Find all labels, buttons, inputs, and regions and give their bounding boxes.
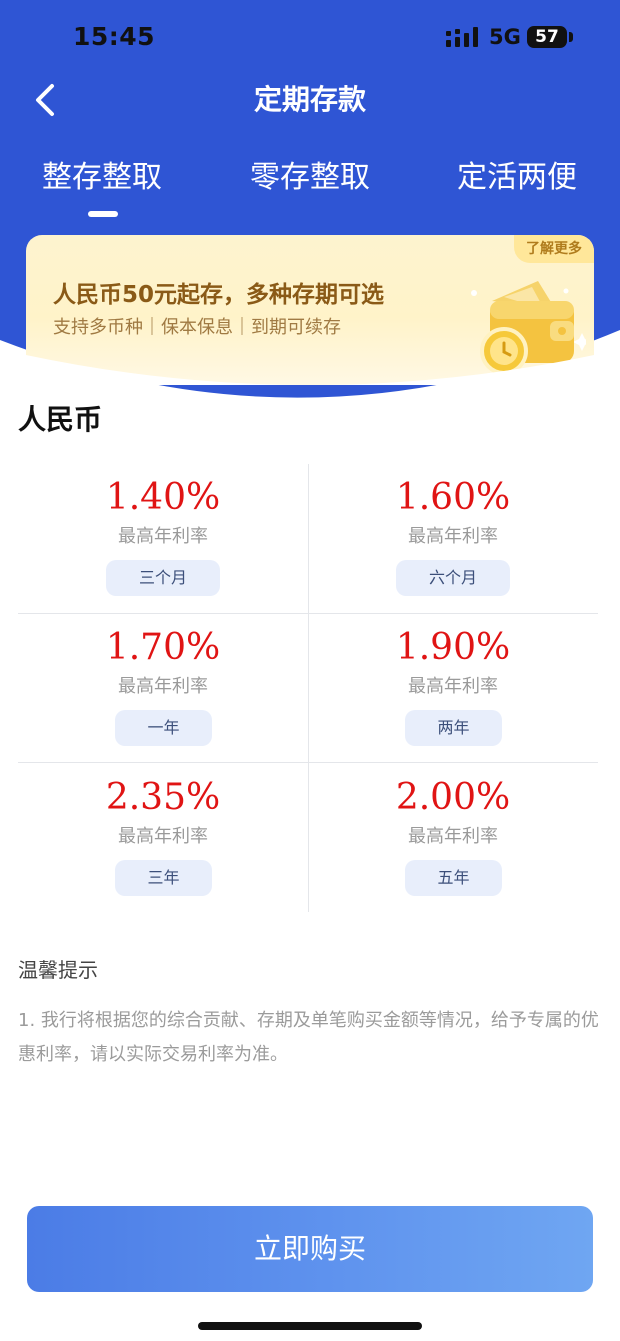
tab-flexible[interactable]: 定活两便 <box>427 156 607 200</box>
grid-divider-horizontal <box>18 762 598 763</box>
rate-card-3y[interactable]: 2.35% 最高年利率 三年 <box>18 764 308 912</box>
rate-label: 最高年利率 <box>118 676 208 697</box>
rate-label: 最高年利率 <box>118 526 208 547</box>
tab-active-indicator <box>88 211 118 217</box>
promo-subtitle: 支持多币种｜保本保息｜到期可续存 <box>53 317 341 338</box>
network-type: 5G <box>489 25 521 49</box>
promo-headline: 人民币50元起存，多种存期可选 <box>53 282 385 308</box>
rate-card-6m[interactable]: 1.60% 最高年利率 六个月 <box>308 464 598 612</box>
term-badge: 两年 <box>405 710 502 746</box>
rate-card-1y[interactable]: 1.70% 最高年利率 一年 <box>18 614 308 762</box>
rate-card-2y[interactable]: 1.90% 最高年利率 两年 <box>308 614 598 762</box>
tab-installment[interactable]: 零存整取 <box>220 156 400 200</box>
rate-value: 2.35% <box>105 777 221 818</box>
term-badge: 三个月 <box>106 560 220 596</box>
term-badge: 一年 <box>115 710 212 746</box>
signal-bars-icon <box>446 27 478 47</box>
tips-text: 1. 我行将根据您的综合贡献、存期及单笔购买金额等情况，给予专属的优惠利率，请以… <box>18 1010 599 1065</box>
battery-level: 57 <box>535 27 559 47</box>
term-badge: 三年 <box>115 860 212 896</box>
rate-label: 最高年利率 <box>408 826 498 847</box>
battery-icon: 57 <box>527 26 567 48</box>
buy-now-button[interactable]: 立即购买 <box>27 1206 593 1292</box>
learn-more-button[interactable]: 了解更多 <box>514 235 594 263</box>
rate-label: 最高年利率 <box>118 826 208 847</box>
rate-card-5y[interactable]: 2.00% 最高年利率 五年 <box>308 764 598 912</box>
tips-title: 温馨提示 <box>18 958 98 982</box>
home-indicator <box>198 1322 422 1330</box>
rate-value: 1.70% <box>105 627 221 668</box>
rate-card-3m[interactable]: 1.40% 最高年利率 三个月 <box>18 464 308 612</box>
rate-value: 1.40% <box>105 477 221 518</box>
promo-banner[interactable]: 人民币50元起存，多种存期可选 支持多币种｜保本保息｜到期可续存 了解更多 <box>26 235 594 385</box>
page-title: 定期存款 <box>253 83 366 116</box>
tab-lump-sum[interactable]: 整存整取 <box>12 156 192 200</box>
rate-label: 最高年利率 <box>408 526 498 547</box>
rate-value: 1.90% <box>395 627 511 668</box>
promo-bottom-curve <box>26 355 594 385</box>
rate-value: 2.00% <box>395 777 511 818</box>
rate-value: 1.60% <box>395 477 511 518</box>
rate-grid: 1.40% 最高年利率 三个月 1.60% 最高年利率 六个月 1.70% 最高… <box>18 464 598 912</box>
battery-cap <box>569 32 573 42</box>
currency-section-title: 人民币 <box>18 403 103 436</box>
rate-label: 最高年利率 <box>408 676 498 697</box>
status-time: 15:45 <box>73 22 156 51</box>
status-bar: 15:45 5G 57 <box>0 0 620 74</box>
term-badge: 五年 <box>405 860 502 896</box>
term-badge: 六个月 <box>396 560 510 596</box>
